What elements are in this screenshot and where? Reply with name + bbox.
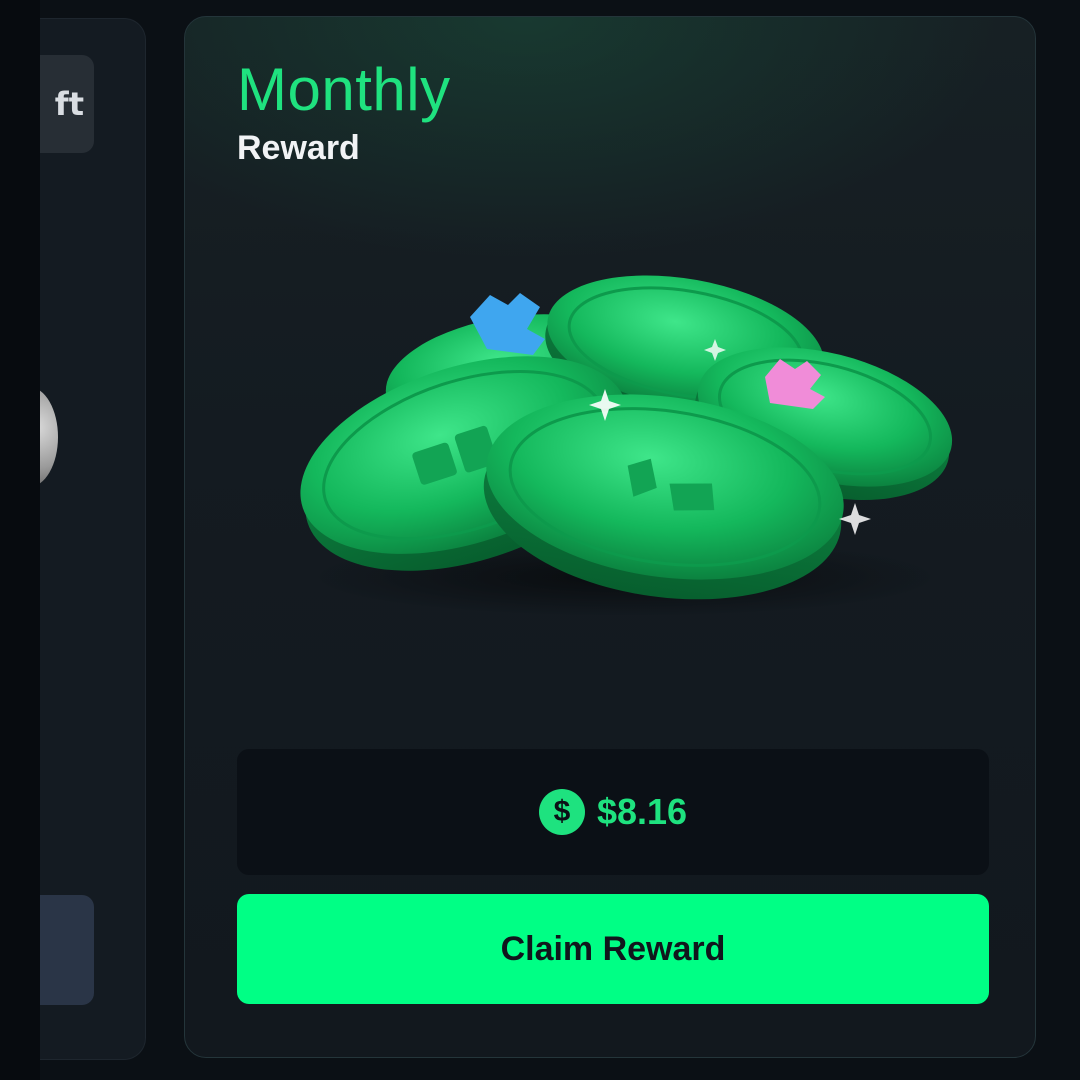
- silver-coin-icon: [40, 387, 58, 487]
- previous-card-button[interactable]: [40, 895, 94, 1005]
- left-edge-strip: [0, 0, 40, 1080]
- dollar-coin-icon: $: [538, 789, 585, 835]
- card-title: Monthly: [237, 56, 451, 123]
- card-subtitle: Reward: [237, 129, 360, 167]
- reward-amount-row: $ $8.16: [237, 789, 989, 835]
- reward-amount: $8.16: [596, 791, 688, 832]
- previous-reward-card[interactable]: ft: [40, 18, 146, 1060]
- claim-reward-button[interactable]: Claim Reward: [237, 894, 989, 1004]
- previous-card-tag-label: ft: [54, 85, 84, 123]
- previous-card-tag: ft: [40, 55, 94, 153]
- green-coins-pile-illustration: [300, 275, 953, 617]
- reward-amount-panel: $ $8.16: [237, 749, 989, 875]
- rewards-viewport: ft Monthly Reward $ $8.16 Claim Reward: [0, 0, 1080, 1080]
- monthly-reward-card: Monthly Reward $ $8.16 Claim Reward: [184, 16, 1036, 1058]
